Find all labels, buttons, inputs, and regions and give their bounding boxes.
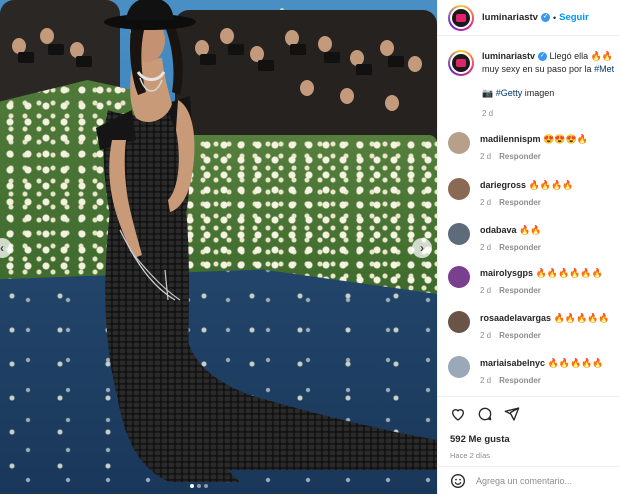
reply-button[interactable]: Responder bbox=[499, 198, 541, 207]
commenter-avatar[interactable] bbox=[448, 311, 470, 333]
comment-time: 2 d bbox=[480, 376, 492, 385]
comment-item: odabava 🔥🔥 2 d Responder bbox=[448, 223, 541, 252]
commenter-username[interactable]: dariegross bbox=[480, 180, 526, 190]
caption-username[interactable]: luminariastv bbox=[482, 51, 535, 61]
carousel-dot bbox=[190, 484, 194, 488]
comment-text: 😍😍😍🔥 bbox=[543, 134, 588, 144]
comment-item: dariegross 🔥🔥🔥🔥 2 d Responder bbox=[448, 178, 573, 207]
commenter-username[interactable]: odabava bbox=[480, 225, 517, 235]
separator-dot: • bbox=[552, 12, 557, 23]
credit-text: imagen bbox=[524, 88, 555, 98]
hashtag-link[interactable]: #Met bbox=[594, 64, 614, 74]
next-image-button[interactable]: › bbox=[412, 238, 432, 258]
comment-item: mairolysgps 🔥🔥🔥🔥🔥🔥 2 d Responder bbox=[448, 266, 603, 295]
like-count[interactable]: 592 Me gusta bbox=[450, 434, 609, 445]
comments-panel: luminariastv ✓ • Seguir luminariastv ✓ Lle… bbox=[437, 0, 620, 494]
emoji-icon[interactable] bbox=[450, 473, 466, 489]
comment-time: 2 d bbox=[480, 331, 492, 340]
commenter-avatar[interactable] bbox=[448, 178, 470, 200]
commenter-avatar[interactable] bbox=[448, 356, 470, 378]
carousel-dot bbox=[197, 484, 201, 488]
camera-icon: 📷 bbox=[482, 88, 494, 98]
post-header: luminariastv ✓ • Seguir bbox=[438, 0, 620, 36]
commenter-avatar[interactable] bbox=[448, 223, 470, 245]
comment-time: 2 d bbox=[480, 152, 492, 161]
commenter-avatar[interactable] bbox=[448, 132, 470, 154]
reply-button[interactable]: Responder bbox=[499, 243, 541, 252]
commenter-username[interactable]: mariaisabelnyc bbox=[480, 358, 545, 368]
comment-item: mariaisabelnyc 🔥🔥🔥🔥🔥 2 d Responder bbox=[448, 356, 604, 385]
share-icon[interactable] bbox=[504, 406, 520, 422]
comment-text: 🔥🔥 bbox=[519, 225, 542, 235]
comment-text: 🔥🔥🔥🔥🔥 bbox=[553, 313, 610, 323]
comment-time: 2 d bbox=[480, 198, 492, 207]
account-username[interactable]: luminariastv ✓ bbox=[482, 12, 550, 23]
reply-button[interactable]: Responder bbox=[499, 152, 541, 161]
heart-icon[interactable] bbox=[450, 406, 466, 422]
post-actions: 592 Me gusta Hace 2 días bbox=[438, 396, 620, 460]
caption-time: 2 d bbox=[482, 108, 494, 118]
verified-icon: ✓ bbox=[540, 12, 550, 22]
account-avatar[interactable] bbox=[448, 4, 474, 31]
credit-hashtag-link[interactable]: #Getty bbox=[496, 88, 523, 98]
reply-button[interactable]: Responder bbox=[499, 286, 541, 295]
post-date: Hace 2 días bbox=[450, 451, 491, 460]
comment-time: 2 d bbox=[480, 243, 492, 252]
verified-icon: ✓ bbox=[538, 52, 548, 62]
comment-text: 🔥🔥🔥🔥🔥🔥 bbox=[535, 268, 603, 278]
commenter-username[interactable]: madilennispm bbox=[480, 134, 541, 144]
commenter-username[interactable]: rosaadelavargas bbox=[480, 313, 551, 323]
caption-line-1: Llegó ella 🔥🔥 bbox=[549, 51, 613, 61]
comment-item: rosaadelavargas 🔥🔥🔥🔥🔥 2 d Responder bbox=[448, 311, 610, 340]
comment-time: 2 d bbox=[480, 286, 492, 295]
commenter-avatar[interactable] bbox=[448, 266, 470, 288]
follow-button[interactable]: Seguir bbox=[559, 12, 589, 23]
caption-avatar[interactable] bbox=[448, 50, 474, 76]
model-figure bbox=[96, 0, 437, 482]
reply-button[interactable]: Responder bbox=[499, 376, 541, 385]
comment-text: 🔥🔥🔥🔥 bbox=[528, 180, 574, 190]
caption-line-2: muy sexy en su paso por la bbox=[482, 63, 592, 74]
add-comment-bar bbox=[438, 466, 620, 494]
comment-item: madilennispm 😍😍😍🔥 2 d Responder bbox=[448, 132, 588, 161]
comment-text: 🔥🔥🔥🔥🔥 bbox=[547, 358, 604, 368]
commenter-username[interactable]: mairolysgps bbox=[480, 268, 533, 278]
post-photo[interactable]: ‹ › bbox=[0, 0, 437, 494]
carousel-dot bbox=[204, 484, 208, 488]
comment-input[interactable] bbox=[476, 475, 616, 486]
reply-button[interactable]: Responder bbox=[499, 331, 541, 340]
carousel-dots bbox=[190, 484, 208, 488]
comment-icon[interactable] bbox=[477, 406, 493, 422]
